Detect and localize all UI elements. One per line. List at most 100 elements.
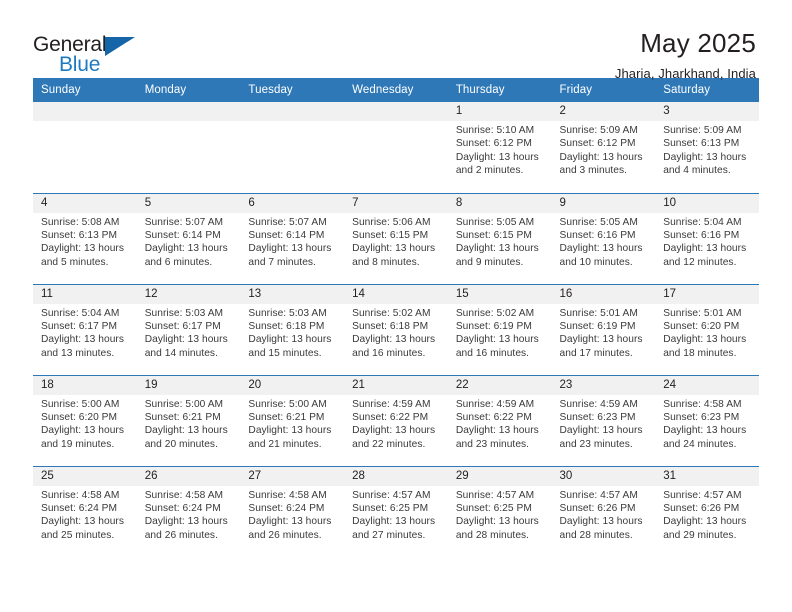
weekday-header-wednesday: Wednesday [344, 78, 448, 102]
day-cell[interactable]: 17 Sunrise: 5:01 AM Sunset: 6:20 PM Dayligh… [655, 283, 759, 375]
day-number: 6 [240, 194, 345, 213]
day-cell[interactable]: 6 Sunrise: 5:07 AM Sunset: 6:14 PM Daylight… [240, 192, 345, 284]
sunset-text: Sunset: 6:25 PM [352, 502, 429, 514]
sunrise-text: Sunrise: 4:59 AM [352, 398, 431, 410]
sunrise-text: Sunrise: 4:58 AM [144, 489, 224, 501]
daylight-text-line2: and 19 minutes. [41, 438, 115, 450]
calendar-body: 1 Sunrise: 5:10 AM Sunset: 6:12 PM Daylight… [33, 102, 759, 557]
daylight-text-line2: and 23 minutes. [559, 438, 633, 450]
day-cell[interactable]: 29 Sunrise: 4:57 AM Sunset: 6:25 PM Dayligh… [447, 465, 552, 557]
day-details: Sunrise: 4:59 AM Sunset: 6:22 PM Daylight:… [344, 395, 448, 452]
daylight-text-line1: Daylight: 13 hours [663, 516, 747, 528]
day-cell[interactable]: 8 Sunrise: 5:05 AM Sunset: 6:15 PM Daylight… [447, 192, 552, 284]
daylight-text-line2: and 28 minutes. [455, 529, 530, 541]
daylight-text-line2: and 4 minutes. [663, 165, 731, 177]
day-cell[interactable]: 4 Sunrise: 5:08 AM Sunset: 6:13 PM Daylight… [33, 192, 137, 284]
day-cell[interactable]: 3 Sunrise: 5:09 AM Sunset: 6:13 PM Daylight… [655, 102, 759, 193]
day-cell[interactable]: 28 Sunrise: 4:57 AM Sunset: 6:25 PM Dayligh… [344, 465, 448, 557]
day-cell[interactable]: 25 Sunrise: 4:58 AM Sunset: 6:24 PM Dayligh… [33, 465, 137, 557]
sunset-text: Sunset: 6:14 PM [144, 229, 221, 241]
daylight-text-line1: Daylight: 13 hours [455, 334, 539, 346]
day-details: Sunrise: 4:59 AM Sunset: 6:23 PM Daylight:… [552, 395, 656, 452]
daylight-text-line1: Daylight: 13 hours [352, 334, 436, 346]
daylight-text-line1: Daylight: 13 hours [144, 516, 228, 528]
day-cell[interactable]: 24 Sunrise: 4:58 AM Sunset: 6:23 PM Dayligh… [655, 374, 759, 466]
daylight-text-line1: Daylight: 13 hours [41, 334, 125, 346]
day-cell[interactable]: 14 Sunrise: 5:02 AM Sunset: 6:18 PM Dayligh… [344, 283, 448, 375]
sunrise-text: Sunrise: 5:03 AM [144, 307, 224, 319]
sunset-text: Sunset: 6:25 PM [455, 502, 532, 514]
day-details: Sunrise: 5:09 AM Sunset: 6:13 PM Daylight:… [655, 121, 759, 178]
sunset-text: Sunset: 6:24 PM [144, 502, 221, 514]
sunrise-text: Sunrise: 5:04 AM [663, 216, 742, 228]
day-cell[interactable]: 5 Sunrise: 5:07 AM Sunset: 6:14 PM Daylight… [136, 192, 241, 284]
day-number: 9 [551, 194, 656, 213]
day-cell[interactable]: 19 Sunrise: 5:00 AM Sunset: 6:21 PM Dayligh… [136, 374, 241, 466]
day-cell[interactable]: 16 Sunrise: 5:01 AM Sunset: 6:19 PM Dayligh… [551, 283, 656, 375]
day-number: 10 [655, 194, 759, 213]
day-cell[interactable]: 12 Sunrise: 5:03 AM Sunset: 6:17 PM Dayligh… [136, 283, 241, 375]
day-number: 25 [33, 467, 137, 486]
daylight-text-line2: and 10 minutes. [559, 256, 633, 268]
day-cell[interactable]: 10 Sunrise: 5:04 AM Sunset: 6:16 PM Dayligh… [655, 192, 759, 284]
daylight-text-line2: and 14 minutes. [144, 347, 218, 359]
weekday-header-tuesday: Tuesday [240, 78, 345, 102]
daylight-text-line2: and 17 minutes. [559, 347, 633, 359]
day-number: 14 [344, 285, 448, 304]
sunrise-text: Sunrise: 5:09 AM [559, 125, 638, 136]
day-cell[interactable]: 13 Sunrise: 5:03 AM Sunset: 6:18 PM Dayligh… [240, 283, 345, 375]
daylight-text-line2: and 21 minutes. [248, 438, 322, 450]
day-cell[interactable]: 1 Sunrise: 5:10 AM Sunset: 6:12 PM Daylight… [447, 102, 552, 193]
sunset-text: Sunset: 6:20 PM [41, 411, 118, 423]
daylight-text-line1: Daylight: 13 hours [559, 334, 643, 346]
day-cell[interactable]: 18 Sunrise: 5:00 AM Sunset: 6:20 PM Dayligh… [33, 374, 137, 466]
daylight-text-line1: Daylight: 13 hours [41, 425, 125, 437]
sunrise-text: Sunrise: 5:04 AM [41, 307, 120, 319]
sunrise-text: Sunrise: 5:06 AM [352, 216, 431, 228]
calendar-week-row: 1 Sunrise: 5:10 AM Sunset: 6:12 PM Daylight… [33, 102, 759, 193]
daylight-text-line1: Daylight: 13 hours [144, 425, 228, 437]
brand-logo[interactable]: General Blue [33, 28, 145, 76]
day-cell[interactable]: 2 Sunrise: 5:09 AM Sunset: 6:12 PM Daylight… [551, 102, 656, 193]
sunrise-text: Sunrise: 5:05 AM [455, 216, 535, 228]
daylight-text-line1: Daylight: 13 hours [248, 425, 332, 437]
day-number [136, 102, 241, 121]
day-cell[interactable]: 9 Sunrise: 5:05 AM Sunset: 6:16 PM Daylight… [551, 192, 656, 284]
day-cell[interactable]: 7 Sunrise: 5:06 AM Sunset: 6:15 PM Daylight… [344, 192, 448, 284]
day-details: Sunrise: 4:57 AM Sunset: 6:26 PM Daylight:… [655, 486, 759, 543]
page-header: General Blue May 2025 Jharia, Jharkhand,… [0, 0, 792, 81]
day-cell[interactable]: 22 Sunrise: 4:59 AM Sunset: 6:22 PM Dayligh… [447, 374, 552, 466]
sunrise-text: Sunrise: 5:07 AM [144, 216, 224, 228]
daylight-text-line1: Daylight: 13 hours [663, 425, 747, 437]
sunset-text: Sunset: 6:20 PM [663, 320, 740, 332]
daylight-text-line1: Daylight: 13 hours [41, 243, 125, 255]
sunrise-text: Sunrise: 5:07 AM [248, 216, 327, 228]
day-cell[interactable]: 27 Sunrise: 4:58 AM Sunset: 6:24 PM Dayligh… [240, 465, 345, 557]
day-number: 17 [655, 285, 759, 304]
day-cell[interactable]: 15 Sunrise: 5:02 AM Sunset: 6:19 PM Dayligh… [447, 283, 552, 375]
daylight-text-line2: and 26 minutes. [248, 529, 322, 541]
day-cell[interactable]: 23 Sunrise: 4:59 AM Sunset: 6:23 PM Dayligh… [551, 374, 656, 466]
day-cell[interactable]: 30 Sunrise: 4:57 AM Sunset: 6:26 PM Dayligh… [551, 465, 656, 557]
brand-name-blue: Blue [59, 53, 101, 76]
day-cell[interactable]: 21 Sunrise: 4:59 AM Sunset: 6:22 PM Dayligh… [344, 374, 448, 466]
sunrise-text: Sunrise: 5:03 AM [248, 307, 327, 319]
sunset-text: Sunset: 6:21 PM [248, 411, 325, 423]
daylight-text-line2: and 15 minutes. [248, 347, 322, 359]
day-cell[interactable]: 20 Sunrise: 5:00 AM Sunset: 6:21 PM Dayligh… [240, 374, 345, 466]
day-cell[interactable]: 26 Sunrise: 4:58 AM Sunset: 6:24 PM Dayligh… [136, 465, 241, 557]
daylight-text-line2: and 3 minutes. [559, 165, 628, 177]
daylight-text-line1: Daylight: 13 hours [144, 243, 228, 255]
day-cell[interactable]: 31 Sunrise: 4:57 AM Sunset: 6:26 PM Dayligh… [655, 465, 759, 557]
day-number: 19 [136, 376, 241, 395]
day-details: Sunrise: 5:10 AM Sunset: 6:12 PM Daylight:… [448, 121, 552, 178]
day-details: Sunrise: 4:57 AM Sunset: 6:26 PM Daylight:… [552, 486, 656, 543]
weekday-header-sunday: Sunday [33, 78, 137, 102]
sunset-text: Sunset: 6:22 PM [352, 411, 429, 423]
day-number: 16 [551, 285, 656, 304]
sunrise-text: Sunrise: 4:58 AM [41, 489, 120, 501]
sunrise-text: Sunrise: 5:01 AM [559, 307, 638, 319]
day-cell[interactable]: 11 Sunrise: 5:04 AM Sunset: 6:17 PM Dayligh… [33, 283, 137, 375]
sunset-text: Sunset: 6:24 PM [248, 502, 325, 514]
sunset-text: Sunset: 6:22 PM [455, 411, 532, 423]
